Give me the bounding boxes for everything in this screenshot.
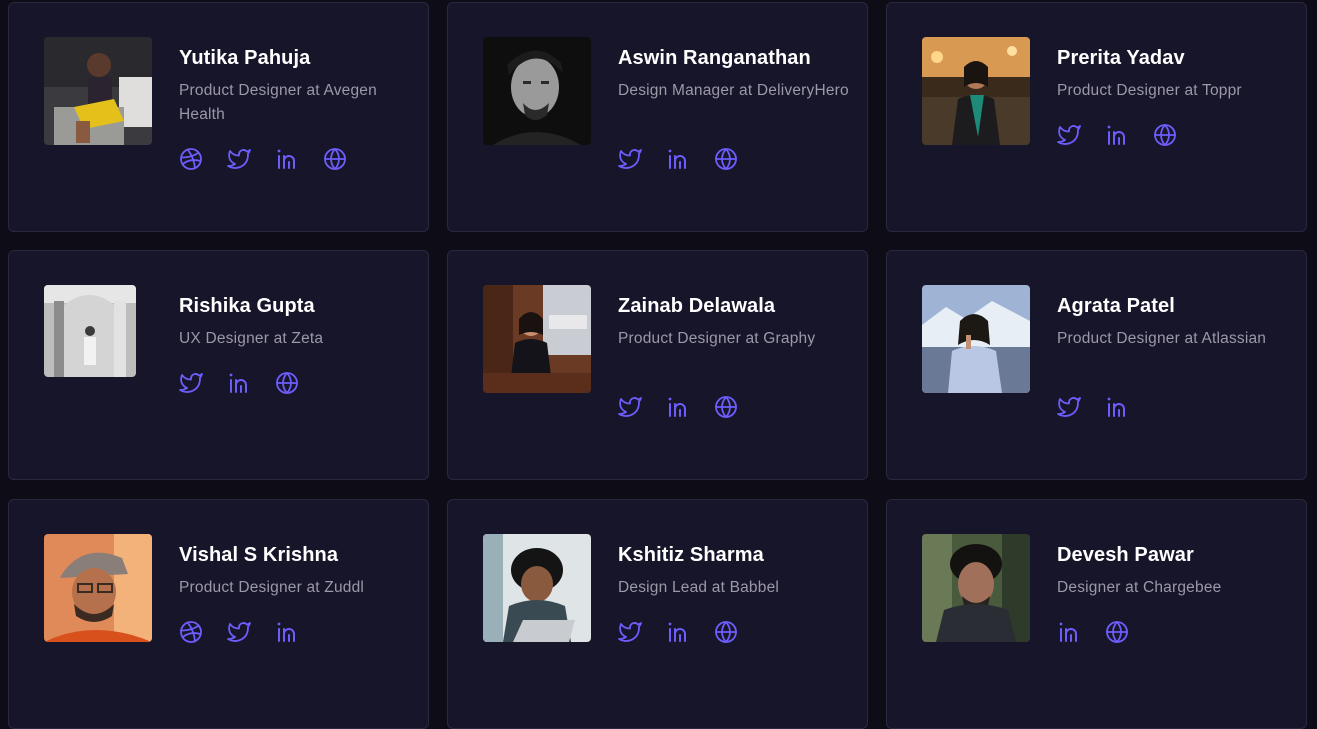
profile-role: Product Designer at Toppr [1057, 82, 1242, 99]
globe-icon[interactable] [1105, 620, 1129, 644]
twitter-icon[interactable] [227, 147, 251, 171]
social-links [1057, 123, 1177, 147]
twitter-icon[interactable] [618, 147, 642, 171]
profile-name: Prerita Yadav [1057, 47, 1185, 69]
social-links [618, 620, 738, 644]
social-links [179, 371, 299, 395]
linkedin-icon[interactable] [275, 620, 299, 644]
profile-role: Product Designer at Zuddl [179, 579, 365, 596]
twitter-icon[interactable] [1057, 395, 1081, 419]
twitter-icon[interactable] [1057, 123, 1081, 147]
profile-role: Design Manager at DeliveryHero [618, 82, 849, 99]
profile-role: Product Designer at Avegen Health [179, 82, 377, 123]
linkedin-icon[interactable] [1105, 395, 1129, 419]
profile-photo [44, 37, 152, 145]
social-links [179, 620, 299, 644]
linkedin-icon[interactable] [1057, 620, 1081, 644]
profile-name: Devesh Pawar [1057, 544, 1194, 566]
profile-card: Prerita Yadav Product Designer at Toppr [886, 2, 1307, 232]
globe-icon[interactable] [714, 147, 738, 171]
dribbble-icon[interactable] [179, 147, 203, 171]
globe-icon[interactable] [714, 395, 738, 419]
linkedin-icon[interactable] [275, 147, 299, 171]
twitter-icon[interactable] [179, 371, 203, 395]
profile-card: Zainab Delawala Product Designer at Grap… [447, 250, 868, 480]
linkedin-icon[interactable] [1105, 123, 1129, 147]
profile-photo [922, 285, 1030, 393]
globe-icon[interactable] [1153, 123, 1177, 147]
globe-icon[interactable] [714, 620, 738, 644]
twitter-icon[interactable] [618, 620, 642, 644]
profile-name: Zainab Delawala [618, 295, 776, 317]
linkedin-icon[interactable] [227, 371, 251, 395]
profile-photo [483, 285, 591, 393]
profile-role: UX Designer at Zeta [179, 330, 324, 347]
profile-role: Designer at Chargebee [1057, 579, 1222, 596]
profile-photo [44, 534, 152, 642]
profile-name: Vishal S Krishna [179, 544, 339, 566]
social-links [1057, 395, 1129, 419]
social-links [1057, 620, 1129, 644]
twitter-icon[interactable] [618, 395, 642, 419]
profile-photo [44, 285, 136, 377]
profile-card: Agrata Patel Product Designer at Atlassi… [886, 250, 1307, 480]
profile-card: Yutika Pahuja Product Designer at Avegen… [8, 2, 429, 232]
social-links [618, 147, 738, 171]
social-links [618, 395, 738, 419]
profile-card: Devesh Pawar Designer at Chargebee [886, 499, 1307, 729]
globe-icon[interactable] [323, 147, 347, 171]
profile-card: Aswin Ranganathan Design Manager at Deli… [447, 2, 868, 232]
dribbble-icon[interactable] [179, 620, 203, 644]
profile-card: Vishal S Krishna Product Designer at Zud… [8, 499, 429, 729]
profile-photo [483, 534, 591, 642]
profile-name: Kshitiz Sharma [618, 544, 764, 566]
linkedin-icon[interactable] [666, 395, 690, 419]
profile-role: Product Designer at Graphy [618, 330, 816, 347]
globe-icon[interactable] [275, 371, 299, 395]
profile-name: Yutika Pahuja [179, 47, 311, 69]
profile-photo [483, 37, 591, 145]
linkedin-icon[interactable] [666, 620, 690, 644]
profile-name: Agrata Patel [1057, 295, 1175, 317]
profile-role: Product Designer at Atlassian [1057, 330, 1267, 347]
twitter-icon[interactable] [227, 620, 251, 644]
profile-name: Rishika Gupta [179, 295, 315, 317]
profile-card: Rishika Gupta UX Designer at Zeta [8, 250, 429, 480]
profile-photo [922, 37, 1030, 145]
social-links [179, 147, 347, 171]
linkedin-icon[interactable] [666, 147, 690, 171]
profile-name: Aswin Ranganathan [618, 47, 811, 69]
profile-card: Kshitiz Sharma Design Lead at Babbel [447, 499, 868, 729]
profile-role: Design Lead at Babbel [618, 579, 780, 596]
profile-photo [922, 534, 1030, 642]
